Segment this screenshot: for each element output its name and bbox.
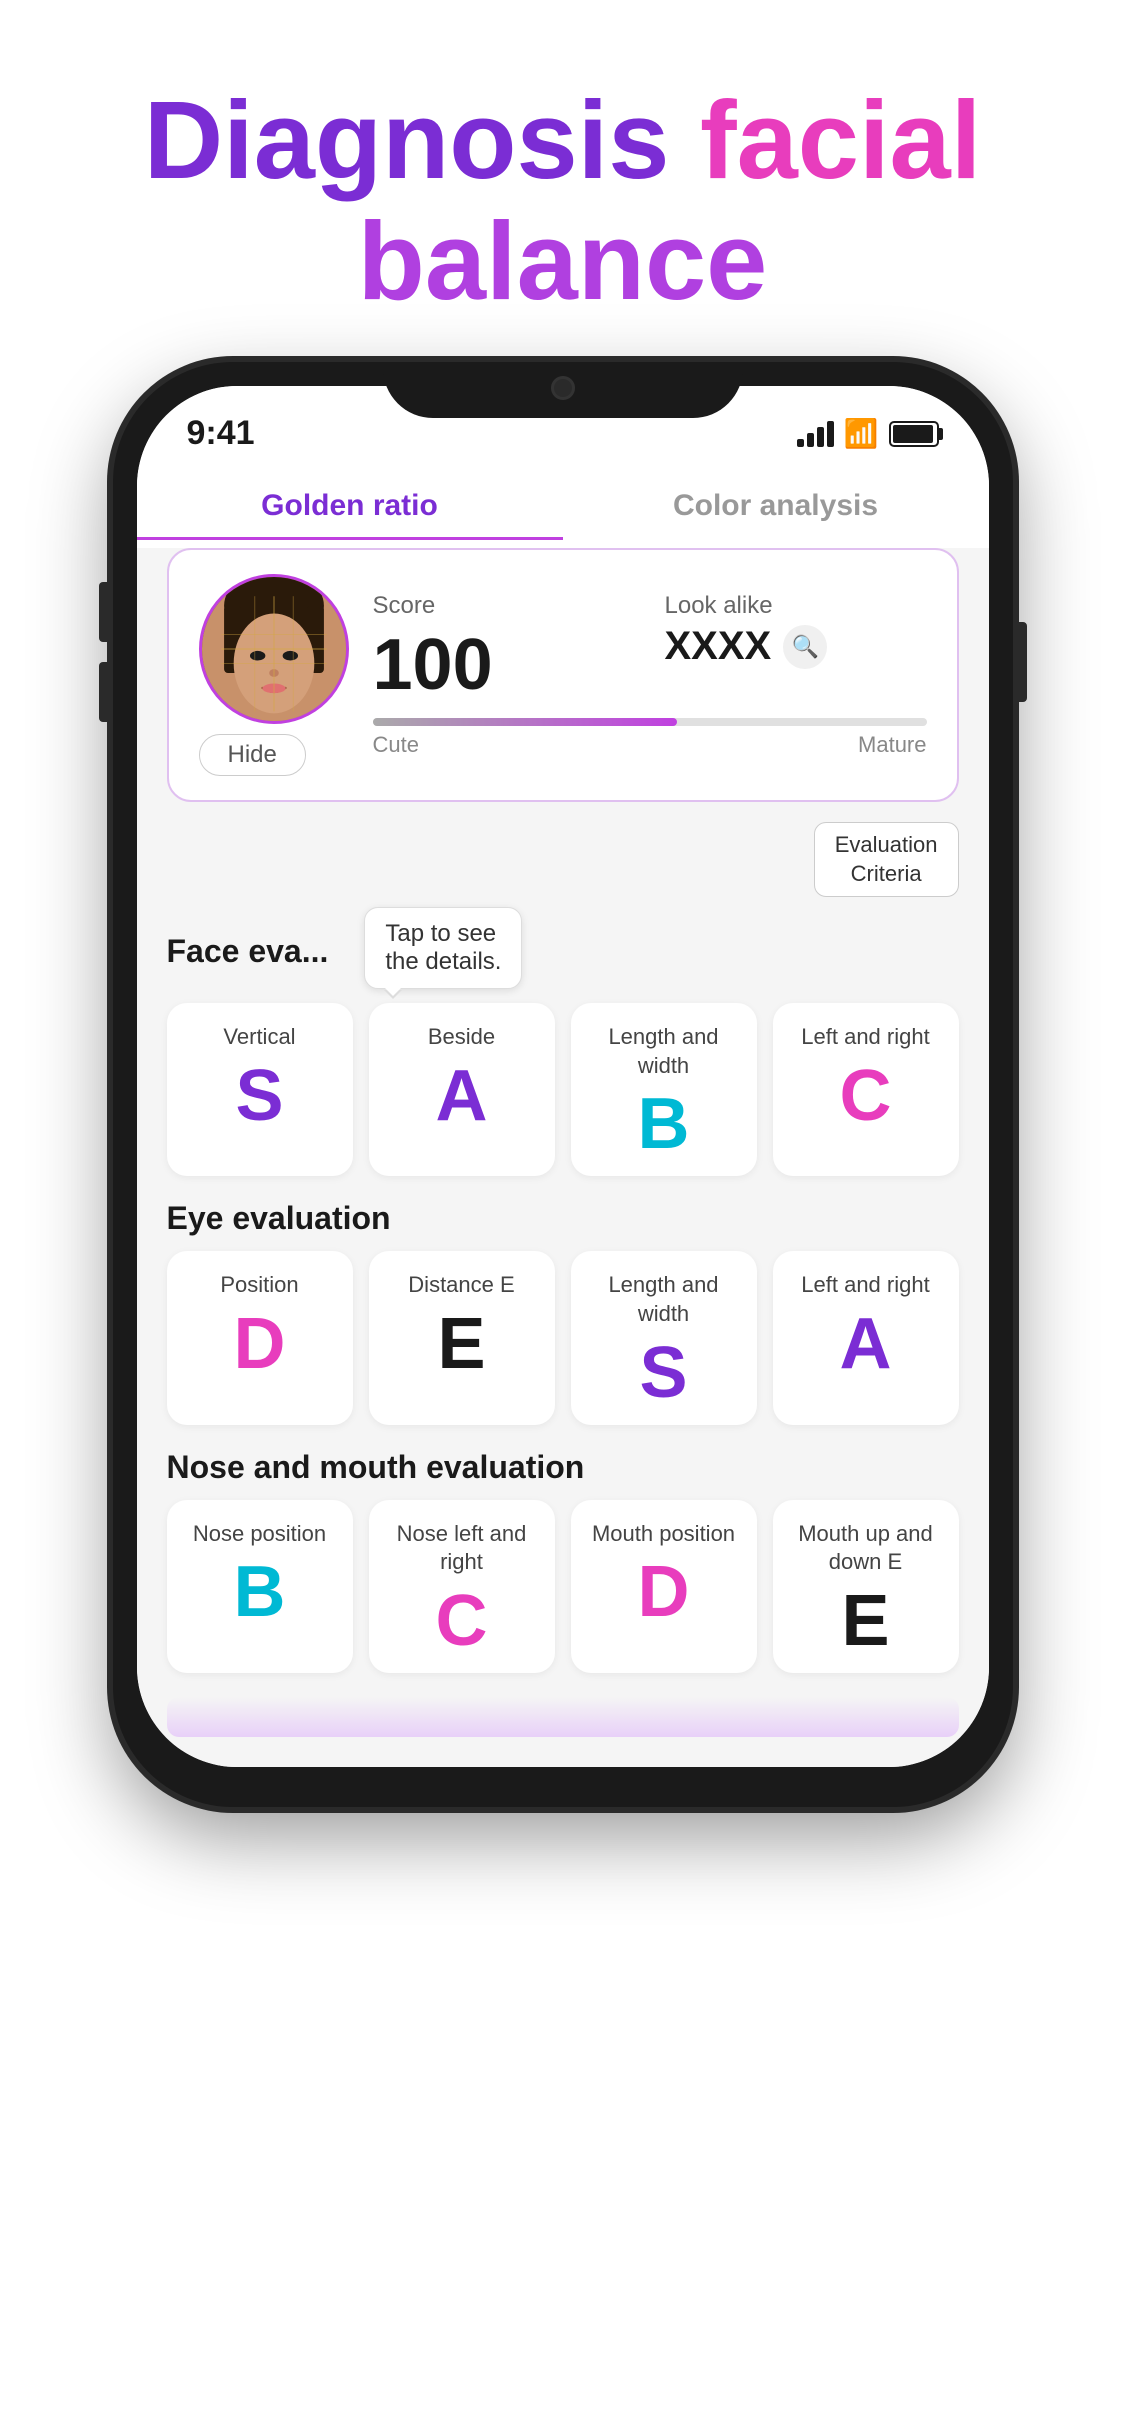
avatar xyxy=(199,574,349,724)
bar-track xyxy=(373,718,927,726)
look-alike-row: XXXX 🔍 xyxy=(665,624,927,669)
tab-bar: Golden ratio Color analysis xyxy=(137,463,989,548)
eval-card-label: Nose left and right xyxy=(385,1520,539,1577)
score-card: Hide Score 100 Look alike XXXX xyxy=(167,548,959,802)
phone-screen: 9:41 📶 Golden ratio Colo xyxy=(137,386,989,1767)
bar-labels: Cute Mature xyxy=(373,732,927,758)
eval-card-label: Mouth up and down E xyxy=(789,1520,943,1577)
score-label: Score xyxy=(373,592,635,620)
eval-card-label: Length and width xyxy=(587,1271,741,1328)
bar-label-mature: Mature xyxy=(858,732,926,758)
wifi-icon: 📶 xyxy=(844,417,879,450)
eval-card-grade: A xyxy=(436,1060,488,1132)
battery-icon xyxy=(889,421,939,447)
eval-card-distance[interactable]: Distance E E xyxy=(369,1251,555,1424)
eye-eval-grid: Position D Distance E E Length and width… xyxy=(167,1251,959,1424)
notch xyxy=(383,362,743,418)
eval-card-nose-left-right[interactable]: Nose left and right C xyxy=(369,1500,555,1673)
volume-down-button[interactable] xyxy=(99,662,111,722)
status-time: 9:41 xyxy=(187,414,255,453)
nose-mouth-evaluation-section: Nose and mouth evaluation Nose position … xyxy=(167,1449,959,1673)
headline-word-balance: balance xyxy=(358,200,768,323)
eval-criteria-wrap: EvaluationCriteria xyxy=(167,822,959,897)
avatar-wrap: Hide xyxy=(199,574,349,776)
look-alike-label: Look alike xyxy=(665,592,927,620)
tab-color-analysis[interactable]: Color analysis xyxy=(563,479,989,540)
eval-card-length-width[interactable]: Length and width B xyxy=(571,1003,757,1176)
eval-card-nose-position[interactable]: Nose position B xyxy=(167,1500,353,1673)
eval-card-label: Left and right xyxy=(801,1271,929,1300)
bar-label-cute: Cute xyxy=(373,732,419,758)
search-icon[interactable]: 🔍 xyxy=(783,625,827,669)
page-wrapper: Diagnosis facial balance 9:41 xyxy=(0,0,1125,2436)
eval-card-grade: D xyxy=(234,1308,286,1380)
screen-content: Hide Score 100 Look alike XXXX xyxy=(137,548,989,1767)
eval-card-grade: C xyxy=(840,1060,892,1132)
face-evaluation-section: Face eva... Tap to seethe details. Verti… xyxy=(167,907,959,1176)
eval-card-grade: E xyxy=(437,1308,485,1380)
tooltip-bubble: Tap to seethe details. xyxy=(364,907,522,989)
nose-mouth-eval-title: Nose and mouth evaluation xyxy=(167,1449,959,1486)
nose-mouth-eval-grid: Nose position B Nose left and right C Mo… xyxy=(167,1500,959,1673)
eval-criteria-button[interactable]: EvaluationCriteria xyxy=(814,822,959,897)
bar-fill xyxy=(373,718,678,726)
cuteness-bar: Cute Mature xyxy=(373,718,927,758)
eval-card-left-right[interactable]: Left and right C xyxy=(773,1003,959,1176)
eval-card-grade: E xyxy=(841,1585,889,1657)
signal-icon xyxy=(797,421,834,447)
front-camera xyxy=(551,376,575,400)
eval-card-label: Distance E xyxy=(408,1271,514,1300)
headline-word-facial: facial xyxy=(700,79,981,202)
eval-card-grade: C xyxy=(436,1585,488,1657)
score-col: Score 100 xyxy=(373,592,635,706)
face-eval-grid: Vertical S Beside A Length and width B xyxy=(167,1003,959,1176)
eval-card-grade: A xyxy=(840,1308,892,1380)
eval-card-vertical[interactable]: Vertical S xyxy=(167,1003,353,1176)
volume-up-button[interactable] xyxy=(99,582,111,642)
eval-card-eye-length-width[interactable]: Length and width S xyxy=(571,1251,757,1424)
face-eval-title: Face eva... xyxy=(167,933,329,970)
eval-card-grade: B xyxy=(234,1556,286,1628)
eval-card-label: Mouth position xyxy=(592,1520,735,1549)
eval-card-label: Beside xyxy=(428,1023,495,1052)
eval-card-label: Nose position xyxy=(193,1520,326,1549)
eye-evaluation-section: Eye evaluation Position D Distance E E L… xyxy=(167,1200,959,1424)
eval-card-eye-left-right[interactable]: Left and right A xyxy=(773,1251,959,1424)
eval-card-label: Length and width xyxy=(587,1023,741,1080)
score-value: 100 xyxy=(373,624,635,706)
tab-golden-ratio[interactable]: Golden ratio xyxy=(137,479,563,540)
face-eval-header: Face eva... Tap to seethe details. xyxy=(167,907,959,989)
eval-card-label: Left and right xyxy=(801,1023,929,1052)
face-svg xyxy=(202,574,346,724)
look-alike-col: Look alike XXXX 🔍 xyxy=(665,592,927,706)
headline-word-diagnosis: Diagnosis xyxy=(144,79,700,202)
headline-block: Diagnosis facial balance xyxy=(84,0,1042,362)
eye-eval-title: Eye evaluation xyxy=(167,1200,959,1237)
score-row: Score 100 Look alike XXXX 🔍 xyxy=(373,592,927,706)
bottom-gradient xyxy=(167,1697,959,1737)
look-alike-name: XXXX xyxy=(665,624,772,669)
eval-card-label: Position xyxy=(220,1271,298,1300)
eval-card-label: Vertical xyxy=(223,1023,295,1052)
eval-card-position[interactable]: Position D xyxy=(167,1251,353,1424)
phone-shell: 9:41 📶 Golden ratio Colo xyxy=(113,362,1013,1807)
eval-card-grade: S xyxy=(235,1060,283,1132)
hide-button[interactable]: Hide xyxy=(199,734,306,776)
eval-card-grade: S xyxy=(639,1337,687,1409)
eval-card-mouth-up-down[interactable]: Mouth up and down E E xyxy=(773,1500,959,1673)
eval-card-grade: D xyxy=(638,1556,690,1628)
score-info: Score 100 Look alike XXXX 🔍 xyxy=(373,592,927,758)
eval-card-grade: B xyxy=(638,1088,690,1160)
eval-card-beside[interactable]: Beside A xyxy=(369,1003,555,1176)
status-icons: 📶 xyxy=(797,417,939,450)
eval-card-mouth-position[interactable]: Mouth position D xyxy=(571,1500,757,1673)
power-button[interactable] xyxy=(1015,622,1027,702)
